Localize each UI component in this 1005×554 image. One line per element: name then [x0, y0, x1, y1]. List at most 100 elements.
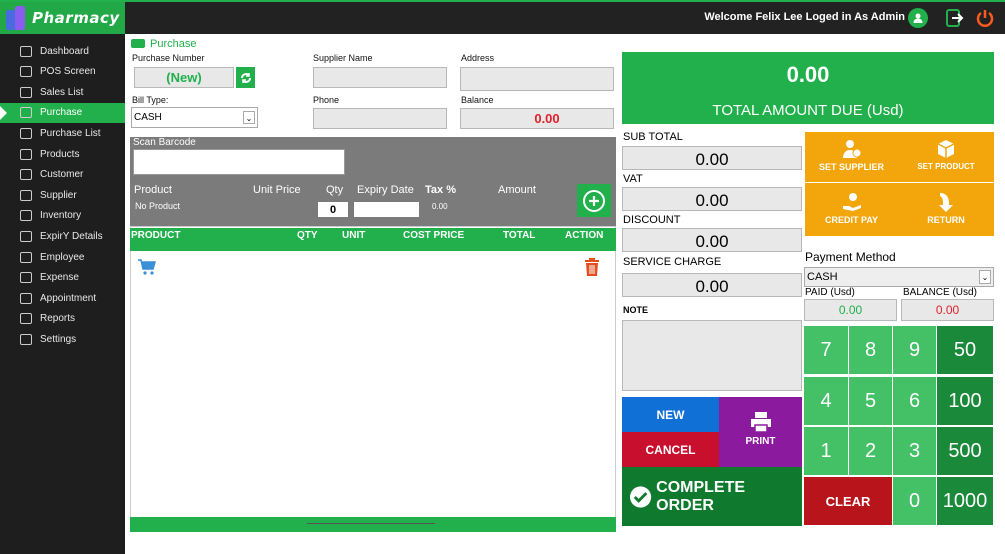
sidebar-item-pos-screen[interactable]: POS Screen: [0, 62, 125, 82]
keypad-key-4[interactable]: 4: [804, 377, 849, 426]
keypad-key-0[interactable]: 0: [893, 477, 937, 526]
keypad-key-9[interactable]: 9: [893, 326, 937, 375]
sidebar-item-icon: [20, 45, 32, 57]
keypad-key-6[interactable]: 6: [893, 377, 937, 426]
table-header: [130, 228, 616, 251]
complete-order-label: COMPLETE ORDER: [656, 478, 746, 514]
sidebar-item-reports[interactable]: Reports: [0, 309, 125, 329]
set-supplier-button[interactable]: SET SUPPLIER: [805, 132, 898, 182]
bill-type-value: CASH: [134, 112, 162, 123]
credit-pay-label: CREDIT PAY: [824, 215, 878, 225]
set-product-button[interactable]: SET PRODUCT: [898, 132, 994, 182]
keypad-key-50[interactable]: 50: [937, 326, 994, 375]
sidebar-item-purchase-list[interactable]: Purchase List: [0, 123, 125, 143]
discount-field[interactable]: 0.00: [622, 228, 802, 252]
trash-icon[interactable]: [583, 257, 601, 277]
sidebar-item-dashboard[interactable]: Dashboard: [0, 41, 125, 61]
tax-label: Tax %: [425, 184, 456, 196]
payment-method-select[interactable]: CASH ⌄: [804, 267, 994, 287]
sidebar-item-label: Employee: [40, 251, 85, 263]
keypad-key-clear[interactable]: CLEAR: [804, 477, 893, 526]
sidebar-item-purchase[interactable]: Purchase: [0, 102, 125, 123]
table-header-total: TOTAL: [503, 230, 536, 241]
keypad-key-1[interactable]: 1: [804, 427, 849, 476]
welcome-text: Welcome Felix Lee Loged in As Admin: [704, 11, 905, 23]
keypad-key-100[interactable]: 100: [937, 377, 994, 426]
credit-pay-button[interactable]: CREDIT PAY: [805, 183, 898, 236]
sidebar-item-label: Products: [40, 148, 80, 160]
address-field[interactable]: [460, 67, 614, 91]
tax-value: 0.00: [432, 202, 448, 211]
sidebar-item-products[interactable]: Products: [0, 144, 125, 164]
sidebar-item-icon: [20, 251, 32, 263]
keypad-key-2[interactable]: 2: [849, 427, 893, 476]
keypad-key-500[interactable]: 500: [937, 427, 994, 476]
subtotal-label: SUB TOTAL: [623, 131, 683, 143]
subtotal-value: 0.00: [695, 150, 729, 169]
table-header-product: PRODUCT: [131, 230, 181, 241]
purchase-number-field[interactable]: (New): [134, 67, 234, 88]
bill-type-select[interactable]: CASH ⌄: [131, 107, 258, 128]
cancel-button[interactable]: CANCEL: [622, 432, 719, 467]
chevron-down-icon: ⌄: [243, 111, 255, 124]
set-product-label: SET PRODUCT: [917, 162, 975, 171]
add-item-button[interactable]: [577, 184, 611, 217]
note-textarea[interactable]: [622, 320, 802, 391]
sidebar-item-employee[interactable]: Employee: [0, 247, 125, 267]
logout-icon[interactable]: [946, 9, 964, 32]
sidebar-item-label: Appointment: [40, 292, 97, 304]
phone-field[interactable]: [313, 108, 447, 129]
print-button[interactable]: PRINT: [719, 397, 802, 467]
return-button[interactable]: RETURN: [898, 183, 994, 236]
supplier-name-field[interactable]: [313, 67, 447, 88]
barcode-input[interactable]: [133, 149, 345, 175]
balance-field[interactable]: 0.00: [460, 108, 614, 129]
scan-barcode-label: Scan Barcode: [133, 137, 196, 148]
keypad-key-7[interactable]: 7: [804, 326, 849, 375]
service-charge-field[interactable]: 0.00: [622, 273, 802, 297]
power-icon[interactable]: [975, 8, 995, 33]
phone-label: Phone: [313, 95, 340, 105]
sidebar-item-inventory[interactable]: Inventory: [0, 206, 125, 226]
sidebar-item-expiry-details[interactable]: ExpirY Details: [0, 226, 125, 246]
refresh-icon: [240, 72, 251, 83]
sidebar-item-appointment[interactable]: Appointment: [0, 288, 125, 308]
qty-input[interactable]: 0: [318, 202, 348, 217]
expiry-date-input[interactable]: [354, 202, 419, 217]
sidebar-item-customer[interactable]: Customer: [0, 165, 125, 185]
hand-coin-icon: [842, 193, 861, 211]
sidebar-item-label: POS Screen: [40, 66, 96, 78]
items-table: [130, 226, 616, 532]
app-root: Pharmacy Welcome Felix Lee Loged in As A…: [0, 0, 1005, 554]
sidebar-item-label: Dashboard: [40, 45, 89, 57]
user-icon[interactable]: [908, 8, 928, 28]
keypad-key-3[interactable]: 3: [893, 427, 937, 476]
keypad-key-8[interactable]: 8: [849, 326, 893, 375]
refresh-button[interactable]: [236, 67, 255, 88]
complete-order-button[interactable]: COMPLETE ORDER: [622, 467, 802, 526]
paid-field[interactable]: 0.00: [804, 299, 897, 321]
return-arrow-icon: [939, 193, 953, 212]
printer-icon: [750, 412, 771, 433]
payment-method-label: Payment Method: [805, 250, 896, 264]
keypad-key-1000[interactable]: 1000: [937, 477, 994, 526]
purchase-number-value: (New): [166, 70, 202, 85]
new-button[interactable]: NEW: [622, 397, 719, 432]
table-footer: [130, 517, 616, 532]
sidebar-item-expense[interactable]: Expense: [0, 268, 125, 288]
sidebar-item-settings[interactable]: Settings: [0, 329, 125, 349]
vat-field[interactable]: 0.00: [622, 187, 802, 211]
sidebar-item-icon: [20, 86, 32, 98]
sidebar-item-icon: [20, 127, 32, 139]
sidebar-item-label: Sales List: [40, 86, 84, 98]
sidebar-item-label: Supplier: [40, 189, 77, 201]
bill-type-label: Bill Type:: [132, 95, 169, 105]
sidebar-item-supplier[interactable]: Supplier: [0, 185, 125, 205]
scrollbar[interactable]: [307, 523, 435, 524]
sidebar-item-icon: [20, 292, 32, 304]
new-label: NEW: [656, 407, 685, 422]
sidebar-item-icon: [20, 66, 32, 78]
sidebar-item-sales-list[interactable]: Sales List: [0, 82, 125, 102]
keypad-key-5[interactable]: 5: [849, 377, 893, 426]
cart-icon[interactable]: [137, 258, 157, 276]
